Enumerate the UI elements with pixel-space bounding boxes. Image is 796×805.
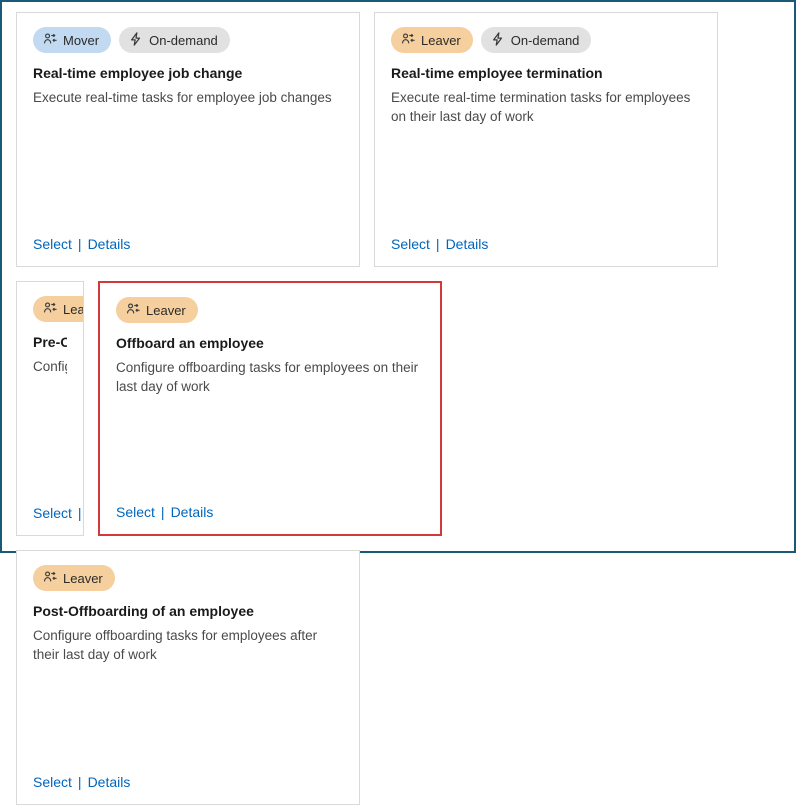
- template-card: Leaver On-demand Real-time employee termin…: [374, 12, 718, 267]
- separator: |: [78, 774, 82, 790]
- separator: |: [78, 505, 82, 521]
- details-link[interactable]: Details: [171, 504, 214, 520]
- card-actions: Select | Details: [33, 236, 343, 252]
- details-link[interactable]: Details: [88, 774, 131, 790]
- select-link[interactable]: Select: [116, 504, 155, 520]
- person-swap-icon: [401, 32, 415, 49]
- tag-leaver: Leaver: [33, 565, 115, 591]
- card-title: Real-time employee termination: [391, 65, 701, 81]
- person-swap-icon: [126, 302, 140, 319]
- tag-leaver: Leaver: [33, 296, 84, 322]
- card-actions: Select | Details: [391, 236, 701, 252]
- select-link[interactable]: Select: [33, 236, 72, 252]
- select-link[interactable]: Select: [33, 774, 72, 790]
- select-link[interactable]: Select: [391, 236, 430, 252]
- details-link[interactable]: Details: [446, 236, 489, 252]
- flash-icon: [129, 32, 143, 49]
- details-link[interactable]: Details: [88, 236, 131, 252]
- card-description: Configure offboarding tasks for employee…: [33, 627, 343, 665]
- select-link[interactable]: Select: [33, 505, 72, 521]
- tag-leaver: Leaver: [391, 27, 473, 53]
- tag-label: Leaver: [63, 571, 103, 586]
- card-actions: Select | Details: [33, 774, 343, 790]
- tag-row: Leaver: [33, 565, 343, 591]
- separator: |: [436, 236, 440, 252]
- template-card: Leaver Post-Offboarding of an employee Con…: [16, 550, 360, 805]
- tag-label: Leaver: [63, 302, 84, 317]
- person-swap-icon: [43, 32, 57, 49]
- tag-label: Mover: [63, 33, 99, 48]
- card-description: Configure offboarding tasks for employee…: [116, 359, 424, 397]
- template-card: Mover On-demand Real-time employee job cha…: [16, 12, 360, 267]
- card-actions: Select|Details: [33, 505, 67, 521]
- card-title: Pre-Offboard: [33, 334, 67, 350]
- separator: |: [78, 236, 82, 252]
- person-swap-icon: [43, 301, 57, 318]
- tag-label: On-demand: [511, 33, 580, 48]
- tag-row: Leaver: [116, 297, 424, 323]
- tag-leaver: Leaver: [116, 297, 198, 323]
- card-description: Execute real-time termination tasks for …: [391, 89, 701, 127]
- tag-ondemand: On-demand: [119, 27, 230, 53]
- card-description: Configure pre before their la: [33, 358, 67, 377]
- tag-ondemand: On-demand: [481, 27, 592, 53]
- tag-label: On-demand: [149, 33, 218, 48]
- card-actions: Select | Details: [116, 504, 424, 520]
- tag-label: Leaver: [421, 33, 461, 48]
- template-card: Leaver Pre-Offboard Configure pre before t…: [16, 281, 84, 536]
- template-card: Leaver Offboard an employee Configure offb…: [98, 281, 442, 536]
- card-description: Execute real-time tasks for employee job…: [33, 89, 343, 108]
- card-title: Post-Offboarding of an employee: [33, 603, 343, 619]
- tag-row: Leaver On-demand: [391, 27, 701, 53]
- card-title: Real-time employee job change: [33, 65, 343, 81]
- tag-label: Leaver: [146, 303, 186, 318]
- template-grid: Mover On-demand Real-time employee job cha…: [16, 12, 794, 805]
- person-swap-icon: [43, 570, 57, 587]
- tag-row: Leaver: [33, 296, 67, 322]
- flash-icon: [491, 32, 505, 49]
- card-title: Offboard an employee: [116, 335, 424, 351]
- separator: |: [161, 504, 165, 520]
- tag-mover: Mover: [33, 27, 111, 53]
- tag-row: Mover On-demand: [33, 27, 343, 53]
